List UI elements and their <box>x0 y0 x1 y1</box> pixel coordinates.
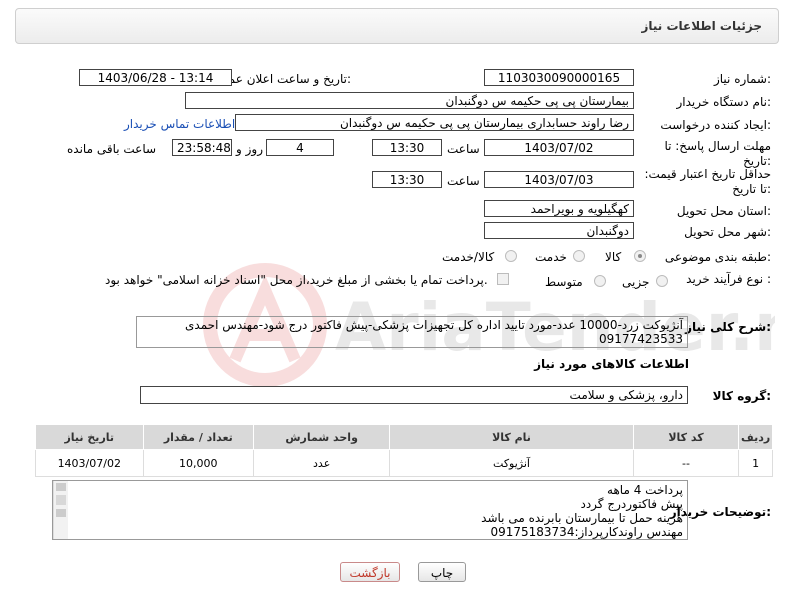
scroll-down-icon[interactable] <box>56 509 66 517</box>
goods-section-title: اطلاعات کالاهای مورد نیاز <box>534 357 689 371</box>
announce-datetime-field: 1403/06/28 - 13:14 <box>79 69 232 86</box>
cell-unit: عدد <box>253 449 391 477</box>
category-radio-goods[interactable] <box>634 250 646 262</box>
creator-field: رضا راوند حسابداری بیمارستان پی پی حکیمه… <box>235 114 634 131</box>
category-option-service: خدمت <box>535 250 567 264</box>
days-label: روز و <box>236 142 263 156</box>
category-radio-service[interactable] <box>573 250 585 262</box>
cell-code: -- <box>632 449 740 477</box>
cell-name: آنژیوکت <box>389 449 634 477</box>
province-field: کهگیلویه و بویراحمد <box>484 200 634 217</box>
process-option-minor: جزیی <box>622 275 650 289</box>
deadline-time-field: 13:30 <box>372 139 442 156</box>
process-radio-medium[interactable] <box>594 275 606 287</box>
buyer-notes-textarea[interactable]: پرداخت 4 ماهه پیش فاکتوردرج گردد هزینه ح… <box>52 480 688 540</box>
goods-table-header: ردیف کد کالا نام کالا واحد شمارش تعداد /… <box>35 424 773 450</box>
note-line: هزینه حمل تا بیمارستان بابرنده می باشد <box>481 511 683 525</box>
process-option-medium: متوسط <box>545 275 583 289</box>
province-label: استان محل تحویل: <box>676 204 771 218</box>
need-number-field: 1103030090000165 <box>484 69 634 86</box>
note-line: مهندس راوندکارپرداز:09175183734 <box>490 525 683 539</box>
col-unit: واحد شمارش <box>253 424 391 450</box>
scroll-up-icon[interactable] <box>56 483 66 491</box>
price-validity-time-field: 13:30 <box>372 171 442 188</box>
page-header: جزئیات اطلاعات نیاز <box>15 8 779 44</box>
deadline-date-field: 1403/07/02 <box>484 139 634 156</box>
col-row: ردیف <box>738 424 773 450</box>
city-field: دوگنبدان <box>484 222 634 239</box>
treasury-payment-note: پرداخت تمام یا بخشی از مبلغ خرید،از محل … <box>105 273 488 287</box>
buyer-label: نام دستگاه خریدار: <box>676 95 772 109</box>
cell-qty: 10,000 <box>142 449 255 477</box>
remaining-time-field: 23:58:48 <box>172 139 232 156</box>
remaining-label: ساعت باقی مانده <box>67 142 157 156</box>
col-date: تاریخ نیاز <box>35 424 144 450</box>
category-option-goods-service: کالا/خدمت <box>442 250 495 264</box>
page-title: جزئیات اطلاعات نیاز <box>641 19 762 33</box>
goods-table: ردیف کد کالا نام کالا واحد شمارش تعداد /… <box>35 424 773 477</box>
col-qty: تعداد / مقدار <box>142 424 255 450</box>
deadline-time-label: ساعت <box>447 142 480 156</box>
col-name: نام کالا <box>389 424 634 450</box>
notes-scrollbar[interactable] <box>53 481 68 539</box>
price-validity-date-field: 1403/07/03 <box>484 171 634 188</box>
price-validity-time-label: ساعت <box>447 174 480 188</box>
process-radio-minor[interactable] <box>656 275 668 287</box>
treasury-payment-checkbox[interactable] <box>497 273 509 285</box>
col-code: کد کالا <box>632 424 740 450</box>
note-line: پرداخت 4 ماهه <box>607 483 683 497</box>
city-label: شهر محل تحویل: <box>684 225 771 239</box>
contact-info-link[interactable]: اطلاعات تماس خریدار <box>124 117 235 131</box>
category-label: طبقه بندی موضوعی: <box>664 250 771 264</box>
cell-date: 1403/07/02 <box>35 449 144 477</box>
description-label: شرح کلی نیاز: <box>685 320 771 334</box>
remaining-days-field: 4 <box>266 139 334 156</box>
process-label: نوع فرآیند خرید : <box>686 272 771 286</box>
buyer-field: بیمارستان پی پی حکیمه س دوگنبدان <box>185 92 634 109</box>
goods-group-field: دارو، پزشکی و سلامت <box>140 386 688 404</box>
goods-group-label: گروه کالا: <box>712 389 771 403</box>
creator-label: ایجاد کننده درخواست: <box>660 118 771 132</box>
category-option-goods: کالا <box>605 250 622 264</box>
back-button[interactable]: بازگشت <box>340 562 400 582</box>
scroll-thumb[interactable] <box>56 495 66 505</box>
need-number-label: شماره نیاز: <box>713 72 771 86</box>
cell-row: 1 <box>738 449 773 477</box>
print-button[interactable]: چاپ <box>418 562 466 582</box>
table-row: 1 -- آنژیوکت عدد 10,000 1403/07/02 <box>35 449 773 477</box>
note-line: پیش فاکتوردرج گردد <box>580 497 683 511</box>
description-textarea[interactable]: آنژیوکت زرد-10000 عدد-مورد تایید اداره ک… <box>136 316 688 348</box>
deadline-label: مهلت ارسال پاسخ: تا تاریخ: <box>664 139 771 168</box>
price-validity-label: حداقل تاریخ اعتبار قیمت: تا تاریخ: <box>644 167 771 196</box>
category-radio-goods-service[interactable] <box>505 250 517 262</box>
